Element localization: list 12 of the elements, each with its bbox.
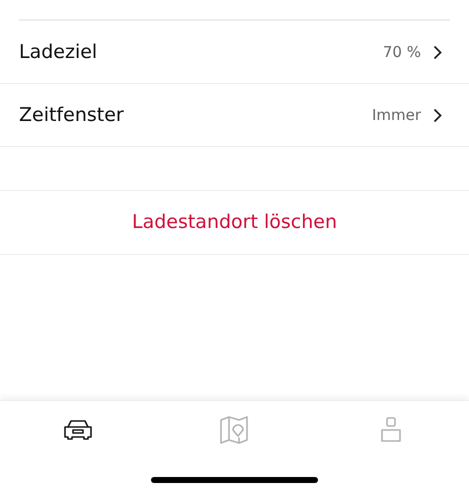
person-icon[interactable] <box>380 417 401 443</box>
settings-row[interactable]: Ladeziel 70 % <box>19 21 450 83</box>
delete-location-button[interactable]: Ladestandort löschen <box>0 190 469 255</box>
setting-label: Zeitfenster <box>19 102 125 128</box>
chevron-right-icon <box>433 108 442 122</box>
settings-row[interactable]: Zeitfenster Immer <box>0 84 469 146</box>
setting-value: Immer <box>372 104 421 126</box>
setting-label: Ladeziel <box>19 40 98 65</box>
map-pin-icon[interactable] <box>219 416 250 444</box>
chevron-right-icon <box>433 44 442 60</box>
car-icon[interactable] <box>62 418 94 442</box>
setting-value: 70 % <box>382 42 421 63</box>
